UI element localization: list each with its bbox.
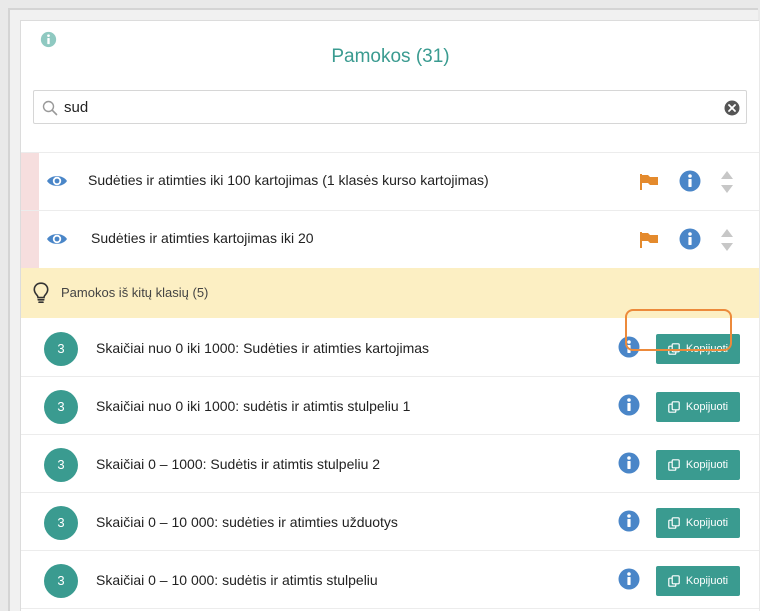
lesson-title[interactable]: Skaičiai 0 – 1000: Sudėtis ir atimtis st… (96, 456, 380, 472)
other-lesson-row: 3 Skaičiai nuo 0 iki 1000: Sudėties ir a… (21, 319, 759, 377)
copy-icon (668, 517, 680, 529)
search-input[interactable] (64, 95, 704, 119)
copy-button-label: Kopijuoti (685, 517, 729, 529)
grade-badge: 3 (44, 390, 78, 424)
lesson-title[interactable]: Skaičiai 0 – 10 000: sudėtis ir atimtis … (96, 572, 378, 588)
info-icon[interactable] (679, 170, 701, 192)
other-lesson-row: 3 Skaičiai 0 – 1000: Sudėtis ir atimtis … (21, 435, 759, 493)
copy-button[interactable]: Kopijuoti (656, 566, 740, 596)
copy-icon (668, 575, 680, 587)
lesson-row[interactable]: Sudėties ir atimties iki 100 kartojimas … (21, 152, 759, 210)
info-icon[interactable] (618, 394, 640, 416)
other-lesson-row: 3 Skaičiai 0 – 10 000: sudėtis ir atimti… (21, 551, 759, 609)
copy-button-label: Kopijuoti (685, 401, 729, 413)
flag-icon[interactable] (639, 231, 659, 249)
lightbulb-icon (33, 282, 49, 304)
copy-button[interactable]: Kopijuoti (656, 334, 740, 364)
lesson-title[interactable]: Sudėties ir atimties iki 100 kartojimas … (88, 172, 489, 188)
other-lesson-row: 3 Skaičiai 0 – 10 000: sudėties ir atimt… (21, 493, 759, 551)
eye-icon[interactable] (46, 231, 68, 247)
copy-button[interactable]: Kopijuoti (656, 508, 740, 538)
copy-button-label: Kopijuoti (685, 343, 729, 355)
copy-button-label: Kopijuoti (685, 575, 729, 587)
row-marker (21, 153, 39, 210)
copy-icon (668, 343, 680, 355)
row-marker (21, 211, 39, 268)
search-box[interactable] (33, 90, 747, 124)
other-classes-section-header: Pamokos iš kitų klasių (5) (21, 268, 759, 318)
info-icon[interactable] (679, 228, 701, 250)
lesson-title[interactable]: Skaičiai 0 – 10 000: sudėties ir atimtie… (96, 514, 398, 530)
flag-icon[interactable] (639, 173, 659, 191)
copy-icon (668, 401, 680, 413)
copy-button[interactable]: Kopijuoti (656, 450, 740, 480)
lessons-panel: Pamokos (31) Sudėties ir atimties iki 10… (20, 20, 759, 611)
copy-icon (668, 459, 680, 471)
info-icon[interactable] (618, 510, 640, 532)
grade-badge: 3 (44, 448, 78, 482)
search-icon (42, 100, 58, 116)
lesson-title[interactable]: Skaičiai nuo 0 iki 1000: Sudėties ir ati… (96, 340, 429, 356)
other-lesson-row: 3 Skaičiai nuo 0 iki 1000: sudėtis ir at… (21, 377, 759, 435)
info-icon[interactable] (618, 336, 640, 358)
page-title: Pamokos (31) (331, 46, 450, 67)
lesson-row[interactable]: Sudėties ir atimties kartojimas iki 20 (21, 210, 759, 268)
lesson-title[interactable]: Skaičiai nuo 0 iki 1000: sudėtis ir atim… (96, 398, 410, 414)
eye-icon[interactable] (46, 173, 68, 189)
grade-badge: 3 (44, 564, 78, 598)
copy-button-label: Kopijuoti (685, 459, 729, 471)
info-icon[interactable] (618, 568, 640, 590)
grade-badge: 3 (44, 332, 78, 366)
lesson-title[interactable]: Sudėties ir atimties kartojimas iki 20 (91, 230, 314, 246)
copy-button[interactable]: Kopijuoti (656, 392, 740, 422)
sort-handle-icon[interactable] (720, 169, 734, 195)
sort-handle-icon[interactable] (720, 227, 734, 253)
grade-badge: 3 (44, 506, 78, 540)
section-label: Pamokos iš kitų klasių (5) (61, 285, 209, 300)
clear-x-icon[interactable] (724, 100, 740, 116)
info-icon[interactable] (618, 452, 640, 474)
